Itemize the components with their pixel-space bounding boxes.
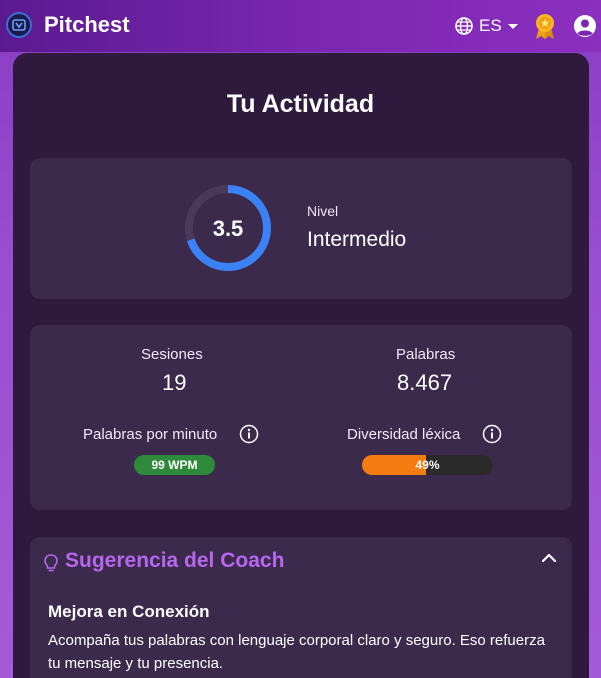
wpm-badge: 99 WPM	[134, 455, 215, 475]
top-bar: Pitchest ES	[0, 0, 601, 52]
wpm-info-icon[interactable]	[239, 424, 259, 444]
brand-name[interactable]: Pitchest	[44, 12, 130, 38]
level-value: Intermedio	[307, 228, 407, 251]
level-score: 3.5	[212, 216, 244, 241]
chevron-up-icon[interactable]	[540, 549, 558, 567]
wpm-label: Palabras por minuto	[83, 426, 218, 443]
words-value: 8.467	[397, 370, 453, 395]
lightbulb-icon	[44, 554, 58, 572]
sessions-value: 19	[162, 370, 187, 395]
coach-section-title[interactable]: Sugerencia del Coach	[65, 549, 284, 573]
logo-icon	[12, 19, 26, 31]
language-selector[interactable]: ES	[454, 14, 519, 38]
language-code: ES	[479, 16, 502, 35]
diversity-value: 49%	[415, 458, 440, 472]
words-label: Palabras	[396, 346, 456, 363]
page-title: Tu Actividad	[226, 90, 375, 118]
level-label: Nivel	[307, 203, 339, 219]
globe-icon	[455, 17, 473, 35]
level-card	[30, 158, 572, 299]
tip-body: Acompaña tus palabras con lenguaje corpo…	[48, 632, 545, 672]
diversity-label: Diversidad léxica	[347, 426, 461, 443]
account-icon[interactable]	[573, 14, 597, 38]
caret-down-icon	[507, 24, 518, 29]
diversity-bar: 49%	[362, 455, 493, 475]
sessions-label: Sesiones	[141, 346, 203, 363]
tip-title: Mejora en Conexión	[48, 602, 210, 621]
award-badge-icon[interactable]	[533, 12, 557, 40]
diversity-info-icon[interactable]	[482, 424, 502, 444]
app-logo[interactable]	[6, 12, 32, 38]
stats-card	[30, 325, 572, 510]
